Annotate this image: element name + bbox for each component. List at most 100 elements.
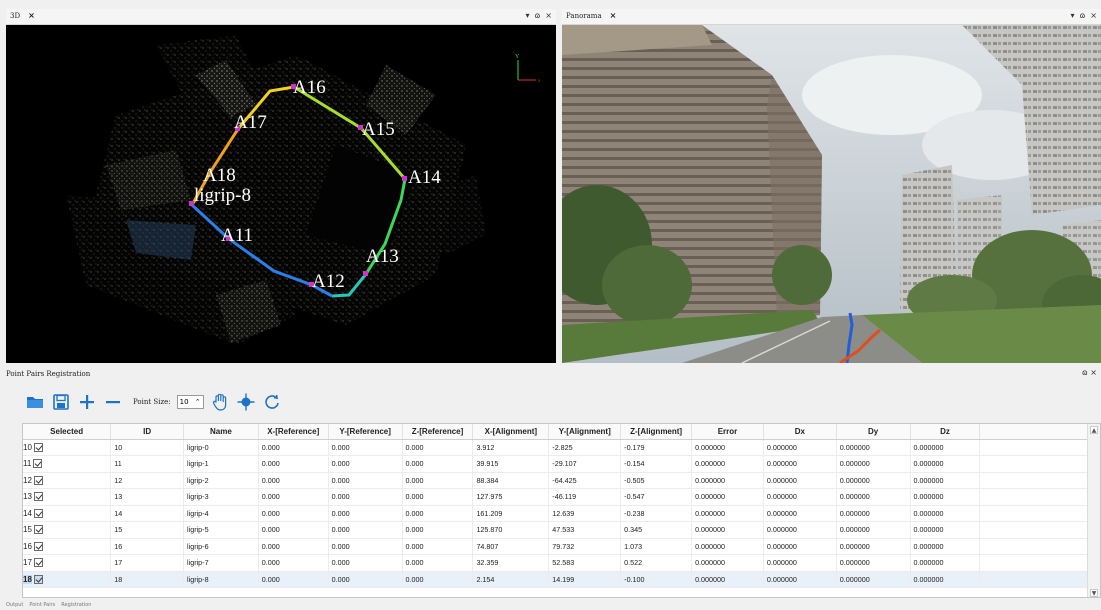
cell-dx[interactable]: 0.000000 [763,571,837,588]
cell-x-reference[interactable]: 0.000 [258,455,329,473]
cell-error[interactable]: 0.000000 [691,505,764,522]
cell-dy[interactable]: 0.000000 [836,505,911,522]
table-row[interactable]: 11 11 ligrip-1 0.000 0.000 0.000 39.915 -29.107… [23,455,1100,473]
cell-id[interactable]: 11 [110,455,184,473]
cell-dy[interactable]: 0.000000 [836,488,911,506]
panorama-image[interactable] [562,25,1101,363]
cell-error[interactable]: 0.000000 [691,554,764,572]
col-name[interactable]: Name [183,424,259,440]
cell-dx[interactable]: 0.000000 [763,472,837,489]
table-row[interactable]: 13 13 ligrip-3 0.000 0.000 0.000 127.975 -46.11… [23,488,1100,506]
point-size-value[interactable]: 10 [180,398,189,406]
cell-dz[interactable]: 0.000000 [910,505,981,522]
cell-x-alignment[interactable]: 74.807 [472,538,550,555]
table-row[interactable]: 18 18 ligrip-8 0.000 0.000 0.000 2.154 14.199 -0… [23,571,1100,588]
panel-controls[interactable]: ɷ × [1082,368,1097,377]
cell-name[interactable]: ligrip-0 [183,439,259,456]
cell-z-reference[interactable]: 0.000 [402,521,474,539]
row-number[interactable]: 11 [23,459,31,468]
point-cloud-viewport[interactable]: A16 A17 A15 A18 A14 ligrip-8 A11 A13 A12… [6,25,556,363]
cell-dy[interactable]: 0.000000 [836,571,911,588]
col-x-alignment[interactable]: X-[Alignment] [472,424,550,440]
cell-selected[interactable]: 10 [23,439,112,456]
cell-y-alignment[interactable]: -2.825 [548,439,622,456]
cell-x-alignment[interactable]: 125.870 [472,521,550,539]
cell-z-alignment[interactable]: -0.505 [620,472,693,489]
cell-id[interactable]: 13 [110,488,184,506]
cell-y-reference[interactable]: 0.000 [328,439,403,456]
cell-y-alignment[interactable]: -64.425 [548,472,622,489]
cell-dz[interactable]: 0.000000 [910,538,981,555]
table-row[interactable]: 14 14 ligrip-4 0.000 0.000 0.000 161.209 12.639… [23,505,1100,522]
cell-z-reference[interactable]: 0.000 [402,538,474,555]
pick-point-button[interactable] [236,392,256,412]
col-dz[interactable]: Dz [910,424,981,440]
cell-dy[interactable]: 0.000000 [836,521,911,539]
cell-id[interactable]: 18 [110,571,184,588]
cell-z-alignment[interactable]: -0.238 [620,505,693,522]
row-number[interactable]: 12 [23,476,32,485]
row-number[interactable]: 10 [23,443,32,452]
col-z-reference[interactable]: Z-[Reference] [402,424,474,440]
cell-dy[interactable]: 0.000000 [836,538,911,555]
row-number[interactable]: 14 [23,509,32,518]
cell-x-alignment[interactable]: 39.915 [472,455,550,473]
cell-dz[interactable]: 0.000000 [910,554,981,572]
cell-error[interactable]: 0.000000 [691,521,764,539]
cell-dx[interactable]: 0.000000 [763,455,837,473]
bottom-tab-point-pairs[interactable]: Point Pairs [29,602,55,608]
cell-z-reference[interactable]: 0.000 [402,472,474,489]
cell-x-alignment[interactable]: 161.209 [472,505,550,522]
col-id[interactable]: ID [110,424,184,440]
cell-id[interactable]: 10 [110,439,184,456]
cell-dz[interactable]: 0.000000 [910,521,981,539]
cell-x-reference[interactable]: 0.000 [258,439,329,456]
float-icon[interactable]: ɷ [534,11,540,20]
cell-selected[interactable]: 15 [23,521,112,539]
refresh-button[interactable] [262,392,282,412]
bottom-tab-registration[interactable]: Registration [61,602,91,608]
cell-error[interactable]: 0.000000 [691,439,764,456]
cell-z-alignment[interactable]: -0.547 [620,488,693,506]
cell-z-reference[interactable]: 0.000 [402,439,474,456]
col-dy[interactable]: Dy [836,424,911,440]
cell-y-reference[interactable]: 0.000 [328,571,403,588]
cell-dz[interactable]: 0.000000 [910,439,981,456]
selected-checkbox[interactable] [33,541,43,551]
cell-y-alignment[interactable]: 14.199 [548,571,622,588]
cell-z-alignment[interactable]: -0.154 [620,455,693,473]
cell-x-reference[interactable]: 0.000 [258,521,329,539]
add-point-button[interactable] [77,392,97,412]
cell-dx[interactable]: 0.000000 [763,488,837,506]
cell-name[interactable]: ligrip-3 [183,488,259,506]
close-icon[interactable]: × [610,12,617,20]
cell-y-reference[interactable]: 0.000 [328,554,403,572]
cell-x-reference[interactable]: 0.000 [258,538,329,555]
close-icon[interactable]: × [545,11,552,20]
cell-y-alignment[interactable]: -46.119 [548,488,622,506]
cell-selected[interactable]: 18 [23,571,112,588]
route-marker[interactable] [363,271,368,276]
cell-name[interactable]: ligrip-7 [183,554,259,572]
cell-z-alignment[interactable]: 1.073 [620,538,693,555]
cell-z-alignment[interactable]: 0.522 [620,554,693,572]
save-button[interactable] [51,392,71,412]
cell-y-alignment[interactable]: 52.583 [548,554,622,572]
cell-x-reference[interactable]: 0.000 [258,554,329,572]
cell-dx[interactable]: 0.000000 [763,521,837,539]
col-error[interactable]: Error [691,424,764,440]
bottom-tab-output[interactable]: Output [6,602,23,608]
col-dx[interactable]: Dx [763,424,837,440]
selected-checkbox[interactable] [33,492,43,502]
route-marker[interactable] [402,176,407,181]
cell-z-reference[interactable]: 0.000 [402,505,474,522]
cell-dx[interactable]: 0.000000 [763,538,837,555]
cell-y-alignment[interactable]: -29.107 [548,455,622,473]
close-icon[interactable]: × [28,12,35,20]
cell-dx[interactable]: 0.000000 [763,505,837,522]
cell-name[interactable]: ligrip-4 [183,505,259,522]
row-number[interactable]: 15 [23,525,32,534]
cell-selected[interactable]: 16 [23,538,112,555]
selected-checkbox[interactable] [33,558,43,568]
cell-z-alignment[interactable]: 0.345 [620,521,693,539]
